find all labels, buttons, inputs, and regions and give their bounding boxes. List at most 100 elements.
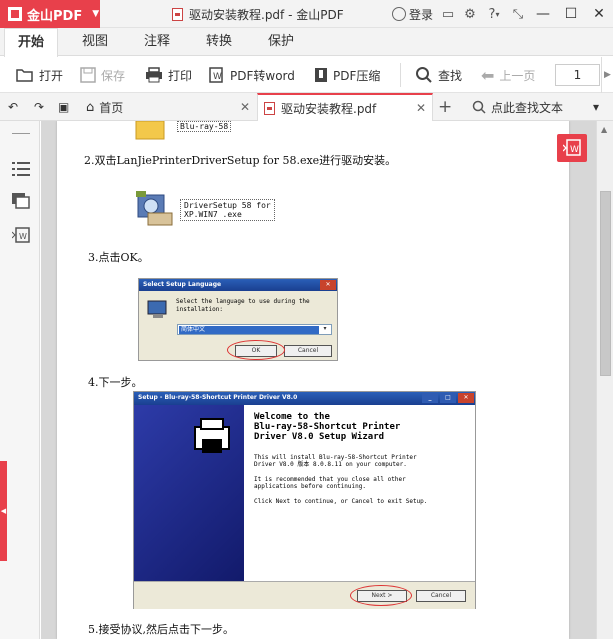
language-select: 简体中文 ▾ bbox=[177, 324, 332, 335]
vertical-scrollbar[interactable]: ▲ bbox=[596, 121, 613, 639]
side-panel-toggle-icon[interactable]: ▾ bbox=[593, 93, 599, 121]
save-disk-icon bbox=[80, 67, 96, 83]
maximize-icon: □ bbox=[440, 393, 456, 403]
pdf-compress-button[interactable]: PDF压缩 bbox=[314, 57, 380, 93]
wizard-p2-line2: applications before continuing. bbox=[254, 483, 366, 490]
installer-filename-line1: DriverSetup 58 for bbox=[184, 201, 271, 210]
message-icon[interactable]: ▭ bbox=[437, 0, 459, 28]
print-button[interactable]: 打印 bbox=[145, 57, 192, 93]
highlight-circle bbox=[227, 340, 285, 360]
text-search-placeholder: 点此查找文本 bbox=[491, 100, 564, 115]
thumbnails-icon[interactable] bbox=[12, 193, 30, 209]
wizard-side-banner bbox=[134, 405, 244, 581]
prev-page-label: 上一页 bbox=[499, 68, 536, 83]
help-icon[interactable]: ? ▾ bbox=[481, 0, 507, 28]
toolbar-divider bbox=[400, 63, 401, 87]
tab-start[interactable]: 开始 bbox=[4, 28, 58, 57]
window-title-text: 驱动安装教程.pdf - 金山PDF bbox=[189, 8, 344, 22]
step4-text: 4.下一步。 bbox=[88, 376, 143, 389]
tab-home-label: 首页 bbox=[99, 100, 124, 115]
step5-text: 5.接受协议,然后点击下一步。 bbox=[88, 623, 234, 636]
minimize-button[interactable]: — bbox=[529, 0, 557, 28]
print-label: 打印 bbox=[168, 68, 193, 83]
document-tabs-bar: ↶ ↷ ▣ ⌂ 首页 ✕ 驱动安装教程.pdf ✕ + 点此查找文本 ▾ bbox=[0, 93, 613, 121]
window-title: 驱动安装教程.pdf - 金山PDF bbox=[172, 6, 344, 23]
setup-wizard-screenshot: Setup - Blu-ray-58-Shortcut Printer Driv… bbox=[133, 391, 476, 609]
close-tab-icon[interactable]: ✕ bbox=[240, 100, 250, 114]
compress-icon bbox=[315, 68, 327, 82]
arrow-left-icon: ⬅ bbox=[481, 65, 495, 85]
wizard-title: Setup - Blu-ray-58-Shortcut Printer Driv… bbox=[138, 394, 298, 401]
printer-icon bbox=[194, 418, 230, 453]
language-dialog-text-line1: Select the language to use during the bbox=[176, 298, 310, 305]
document-viewer: Blu-ray-58 2.双击LanJiePrinterDriverSetup … bbox=[41, 121, 596, 639]
toolbar: 打开 保存 打印 W PDF转word PDF压缩 查找 ⬅ 上一页 1 bbox=[0, 57, 613, 93]
page-number-input[interactable]: 1 bbox=[555, 64, 600, 86]
save-button[interactable]: 保存 bbox=[80, 57, 125, 93]
pdf-to-word-label: PDF转word bbox=[230, 68, 295, 83]
pdf-to-word-icon: W bbox=[563, 139, 581, 156]
pdf-file-icon bbox=[172, 8, 183, 21]
pdf-to-word-icon: W bbox=[209, 67, 223, 83]
toolbar-scroll-right[interactable]: ▶ bbox=[601, 57, 613, 93]
user-icon bbox=[391, 7, 406, 21]
ribbon-tabs: 开始 视图 注释 转换 保护 bbox=[0, 28, 613, 57]
wizard-button-bar: Next > Cancel bbox=[134, 581, 475, 609]
open-button[interactable]: 打开 bbox=[16, 57, 63, 93]
undo-button[interactable]: ↶ bbox=[8, 93, 18, 121]
find-label: 查找 bbox=[438, 68, 463, 83]
chevron-down-icon: ▼ bbox=[92, 9, 100, 19]
step3-text: 3.点击OK。 bbox=[88, 251, 149, 264]
close-tab-icon[interactable]: ✕ bbox=[416, 101, 426, 115]
sidebar-collapse-handle[interactable]: ◀ bbox=[0, 461, 7, 561]
wizard-p1-line2: Driver V8.0 版本 8.0.8.11 on your computer… bbox=[254, 461, 407, 468]
settings-gear-icon[interactable]: ⚙ bbox=[459, 0, 481, 28]
pdf-compress-label: PDF压缩 bbox=[333, 68, 381, 83]
wizard-p1-line1: This will install Blu-ray-58-Shortcut Pr… bbox=[254, 454, 417, 461]
prev-page-button[interactable]: ⬅ 上一页 bbox=[481, 57, 535, 93]
tab-document[interactable]: 驱动安装教程.pdf ✕ bbox=[257, 93, 433, 121]
text-search-box[interactable]: 点此查找文本 bbox=[472, 93, 563, 121]
scroll-up-icon[interactable]: ▲ bbox=[601, 125, 607, 134]
tab-view[interactable]: 视图 bbox=[82, 28, 108, 56]
language-select-value: 简体中文 bbox=[179, 326, 319, 334]
language-dialog-title: Select Setup Language bbox=[143, 281, 222, 288]
fullscreen-icon[interactable]: ⤡ bbox=[507, 0, 529, 28]
save-small-button[interactable]: ▣ bbox=[58, 93, 69, 121]
login-button[interactable]: 登录 bbox=[391, 6, 433, 23]
language-dialog-titlebar: Select Setup Language ✕ bbox=[139, 279, 337, 291]
outline-list-icon[interactable] bbox=[12, 161, 30, 177]
pdf-to-word-button[interactable]: W PDF转word bbox=[209, 57, 295, 93]
app-logo-icon bbox=[8, 7, 22, 21]
tab-home[interactable]: ⌂ 首页 ✕ bbox=[80, 93, 256, 121]
app-menu-button[interactable]: 金山PDF ▼ bbox=[0, 0, 100, 28]
open-label: 打开 bbox=[39, 68, 64, 83]
wizard-heading-line3: Driver V8.0 Setup Wizard bbox=[254, 432, 385, 442]
search-icon bbox=[472, 100, 486, 114]
pdf-page: Blu-ray-58 2.双击LanJiePrinterDriverSetup … bbox=[57, 121, 569, 639]
convert-word-icon[interactable]: W bbox=[12, 227, 30, 243]
floating-convert-button[interactable]: W bbox=[557, 134, 587, 162]
new-tab-button[interactable]: + bbox=[438, 93, 452, 121]
app-brand-label: 金山PDF bbox=[27, 8, 83, 24]
language-dialog-text: Select the language to use during the in… bbox=[176, 298, 310, 314]
svg-text:W: W bbox=[570, 145, 579, 155]
language-cancel-button: Cancel bbox=[284, 345, 332, 357]
scrollbar-thumb[interactable] bbox=[600, 191, 611, 376]
redo-button[interactable]: ↷ bbox=[34, 93, 44, 121]
wizard-cancel-button: Cancel bbox=[416, 590, 466, 602]
installer-icon bbox=[136, 191, 173, 226]
pdf-file-icon bbox=[264, 101, 275, 115]
save-label: 保存 bbox=[101, 68, 126, 83]
wizard-body: This will install Blu-ray-58-Shortcut Pr… bbox=[254, 454, 427, 505]
installer-filename-line2: XP.WIN7 .exe bbox=[184, 210, 242, 219]
find-button[interactable]: 查找 bbox=[415, 57, 462, 93]
redo-icon: ↷ bbox=[34, 100, 45, 114]
tab-protect[interactable]: 保护 bbox=[268, 28, 294, 56]
wizard-heading-line1: Welcome to the bbox=[254, 412, 330, 422]
tab-annotate[interactable]: 注释 bbox=[144, 28, 170, 56]
close-button[interactable]: ✕ bbox=[585, 0, 613, 28]
close-icon: ✕ bbox=[320, 280, 336, 290]
tab-convert[interactable]: 转换 bbox=[206, 28, 232, 56]
maximize-button[interactable]: ☐ bbox=[557, 0, 585, 28]
